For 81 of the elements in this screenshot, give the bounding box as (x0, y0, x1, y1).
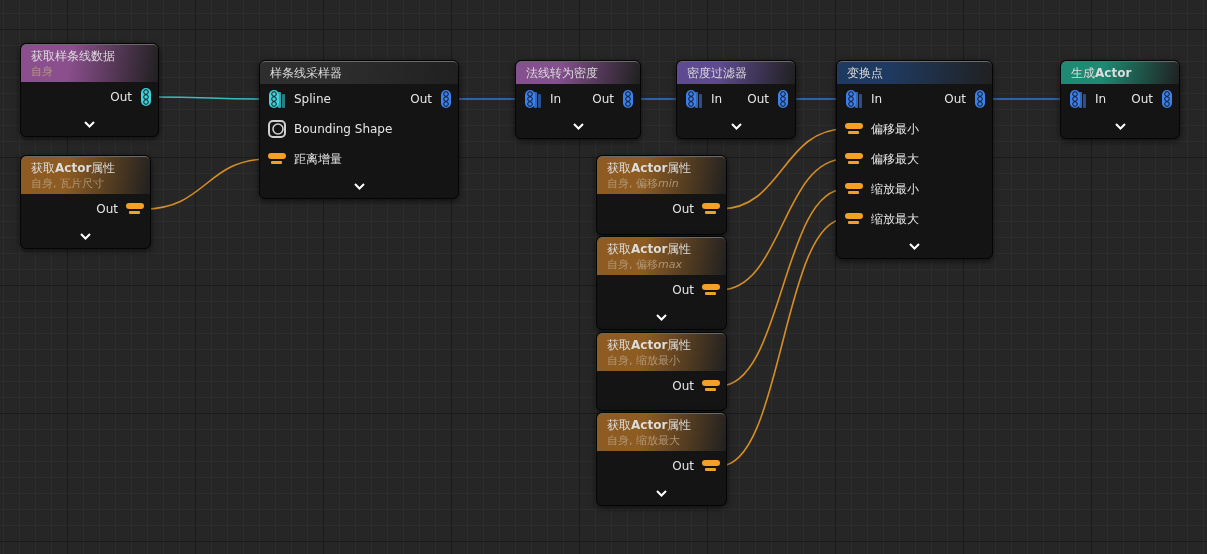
input-pin-icon[interactable] (524, 89, 542, 109)
input-pin-icon[interactable] (845, 183, 863, 195)
node-subtitle: 自身, 偏移min (607, 176, 680, 191)
pin-label: Out (410, 91, 432, 108)
pin-label: In (1095, 91, 1107, 108)
chevron-icon[interactable] (84, 120, 95, 128)
graph-node[interactable]: 样条线采样器 Spline Out Bounding Shape 距离增量 (259, 60, 459, 199)
input-pin-icon[interactable] (845, 89, 863, 109)
output-pin-icon[interactable] (140, 87, 152, 107)
output-pin-icon[interactable] (777, 89, 789, 109)
node-title: 密度过滤器 (687, 65, 748, 81)
node-title: 变换点 (847, 65, 884, 81)
node-title: 样条线采样器 (270, 65, 343, 81)
input-pin-icon[interactable] (268, 120, 286, 138)
pin-label: Out (672, 201, 694, 218)
input-pin-icon[interactable] (268, 89, 286, 109)
graph-node[interactable]: 法线转为密度 In Out (515, 60, 641, 139)
graph-node[interactable]: 获取Actor属性 自身, 偏移min Out (596, 155, 727, 235)
input-pin-icon[interactable] (845, 153, 863, 165)
chevron-icon[interactable] (909, 242, 920, 250)
graph-node[interactable]: 获取Actor属性 自身, 缩放最小 Out (596, 332, 727, 411)
pin-label: In (550, 91, 562, 108)
chevron-icon[interactable] (656, 313, 667, 321)
pin-label: 偏移最大 (871, 151, 919, 168)
node-subtitle: 自身, 偏移max (607, 257, 683, 272)
graph-node[interactable]: 变换点 In Out 偏移最小 偏移最大 缩放最小 缩放最大 (836, 60, 993, 259)
pin-label: Out (1131, 91, 1153, 108)
input-pin-icon[interactable] (1069, 89, 1087, 109)
chevron-icon[interactable] (1114, 122, 1126, 130)
output-pin-icon[interactable] (440, 89, 452, 109)
pin-label: Out (672, 282, 694, 299)
node-title: 获取Actor属性 (607, 241, 693, 257)
output-pin-icon[interactable] (702, 460, 720, 472)
node-title: 获取样条线数据 (31, 48, 116, 64)
graph-node[interactable]: 获取样条线数据 自身 Out (20, 43, 159, 137)
pin-label: Out (672, 378, 694, 395)
node-title: 获取Actor属性 (607, 160, 693, 176)
input-pin-icon[interactable] (845, 123, 863, 135)
graph-node[interactable]: 生成Actor In Out (1060, 60, 1180, 139)
graph-node[interactable]: 获取Actor属性 自身, 偏移max Out (596, 236, 727, 330)
output-pin-icon[interactable] (702, 284, 720, 296)
chevron-icon[interactable] (80, 232, 91, 240)
pin-label: Out (110, 89, 132, 106)
pin-label: 偏移最小 (871, 121, 919, 138)
pin-label: 缩放最小 (871, 181, 919, 198)
chevron-icon[interactable] (353, 182, 365, 190)
input-pin-icon[interactable] (685, 89, 703, 109)
output-pin-icon[interactable] (1161, 89, 1173, 109)
node-subtitle: 自身 (31, 64, 54, 79)
node-title: 获取Actor属性 (31, 160, 117, 176)
pin-label: 缩放最大 (871, 211, 919, 228)
pin-label: Out (592, 91, 614, 108)
pin-label: Out (944, 91, 966, 108)
pin-label: Out (96, 201, 118, 218)
chevron-icon[interactable] (656, 489, 667, 497)
pin-label: 距离增量 (294, 151, 342, 168)
pin-label: Spline (294, 91, 331, 108)
node-subtitle: 自身, 缩放最小 (607, 353, 681, 368)
output-pin-icon[interactable] (702, 203, 720, 215)
pin-label: Bounding Shape (294, 121, 393, 138)
chevron-icon[interactable] (730, 122, 742, 130)
output-pin-icon[interactable] (622, 89, 634, 109)
node-subtitle: 自身, 瓦片尺寸 (31, 176, 105, 191)
pin-label: Out (747, 91, 769, 108)
pin-label: In (711, 91, 723, 108)
output-pin-icon[interactable] (702, 380, 720, 392)
graph-node[interactable]: 密度过滤器 In Out (676, 60, 796, 139)
graph-node[interactable]: 获取Actor属性 自身, 瓦片尺寸 Out (20, 155, 151, 249)
node-title: 获取Actor属性 (607, 417, 693, 433)
node-subtitle: 自身, 缩放最大 (607, 433, 681, 448)
output-pin-icon[interactable] (974, 89, 986, 109)
node-title: 获取Actor属性 (607, 337, 693, 353)
node-title: 生成Actor (1071, 65, 1133, 81)
input-pin-icon[interactable] (268, 153, 286, 165)
input-pin-icon[interactable] (845, 213, 863, 225)
chevron-icon[interactable] (572, 122, 584, 130)
pin-label: In (871, 91, 883, 108)
graph-node[interactable]: 获取Actor属性 自身, 缩放最大 Out (596, 412, 727, 506)
node-title: 法线转为密度 (526, 65, 599, 81)
pin-label: Out (672, 458, 694, 475)
output-pin-icon[interactable] (126, 203, 144, 215)
